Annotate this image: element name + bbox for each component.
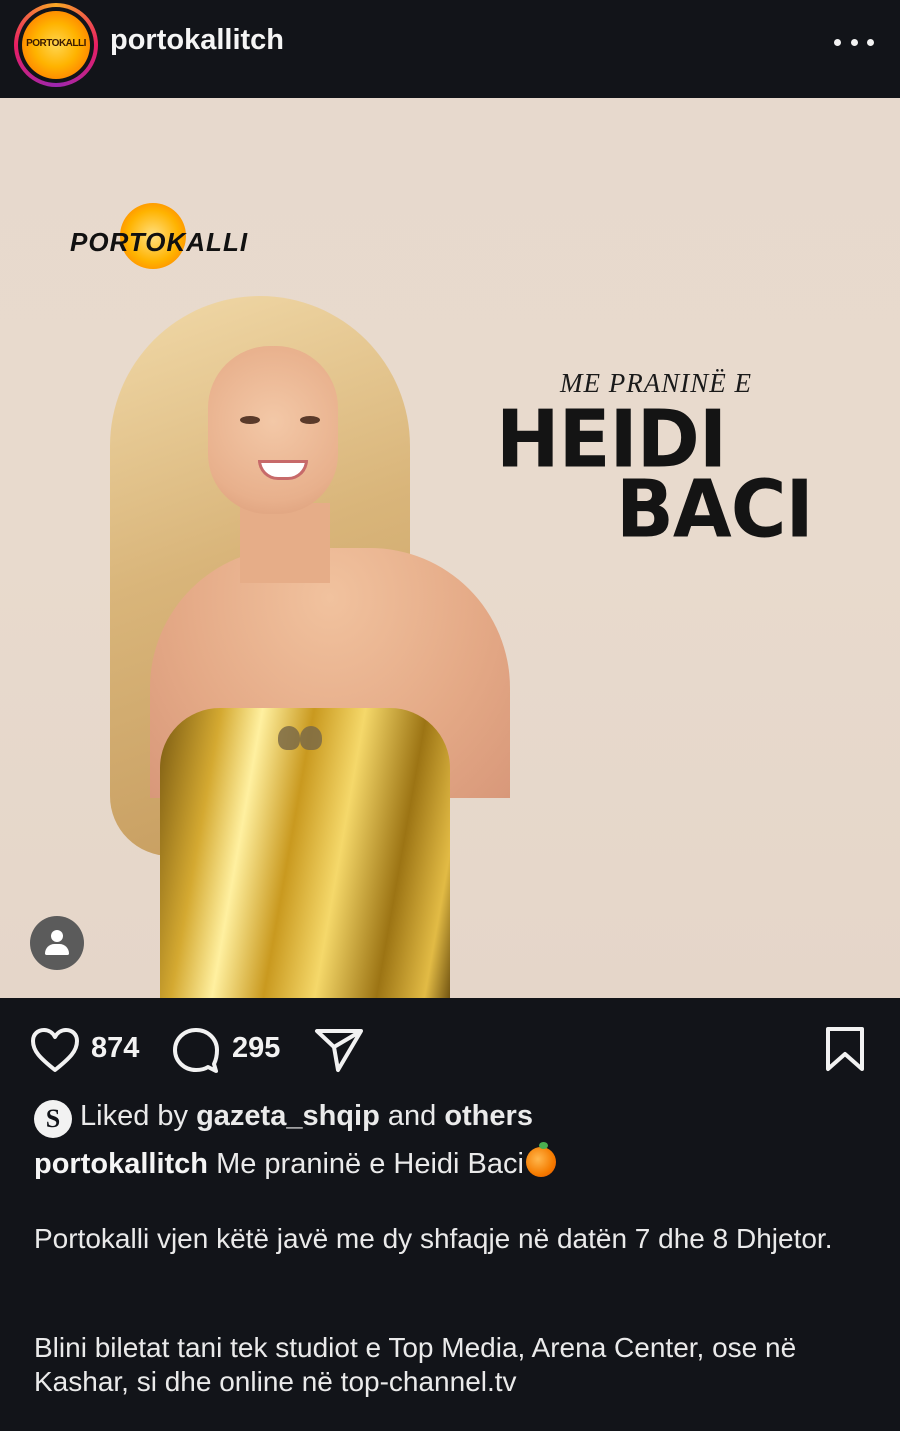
butterfly-ornament	[278, 726, 322, 754]
guest-name-line2: BACI	[616, 462, 814, 556]
brand-logo-text: PORTOKALLI	[70, 227, 249, 257]
more-dots-icon[interactable]	[834, 34, 874, 50]
liked-by-middle: and	[387, 1100, 437, 1132]
liked-by-avatar[interactable]: S	[34, 1100, 72, 1138]
orange-emoji	[525, 1142, 556, 1177]
person-eye	[300, 416, 320, 424]
send-icon[interactable]	[314, 1027, 364, 1073]
caption-username[interactable]: portokallitch	[34, 1148, 208, 1180]
user-tag-icon[interactable]	[30, 916, 84, 970]
likes-count[interactable]: 874	[91, 1032, 139, 1065]
portokalli-logo: PORTOKALLI	[70, 203, 250, 283]
person-face	[208, 346, 338, 514]
caption-text: Me praninë e Heidi Baci	[216, 1148, 524, 1180]
liked-by-line: Liked by gazeta_shqip and others	[80, 1100, 533, 1133]
caption-paragraph-2: Blini biletat tani tek studiot e Top Med…	[34, 1332, 797, 1397]
comments-count[interactable]: 295	[232, 1032, 280, 1065]
caption-paragraph-1: Portokalli vjen këtë javë me dy shfaqje …	[34, 1223, 833, 1254]
username-link[interactable]: portokallitch	[110, 24, 284, 57]
profile-avatar[interactable]: PORTOKALLI	[14, 3, 98, 87]
liked-by-prefix: Liked by	[80, 1100, 189, 1132]
bookmark-icon[interactable]	[824, 1026, 866, 1072]
heart-icon[interactable]	[30, 1027, 80, 1073]
liked-by-user[interactable]: gazeta_shqip	[196, 1100, 380, 1132]
comment-icon[interactable]	[172, 1026, 220, 1074]
action-bar: 874 295	[0, 998, 900, 1098]
person-eye	[240, 416, 260, 424]
avatar-logo-text: PORTOKALLI	[26, 38, 86, 49]
liked-by-others[interactable]: others	[444, 1100, 533, 1132]
person-neck	[240, 503, 330, 583]
caption-first-line: portokallitch Me praninë e Heidi Baci	[34, 1142, 556, 1181]
post-image[interactable]: PORTOKALLI ME PRANINË E HEIDI BACI	[0, 98, 900, 998]
post-header: PORTOKALLI portokallitch	[0, 0, 900, 98]
